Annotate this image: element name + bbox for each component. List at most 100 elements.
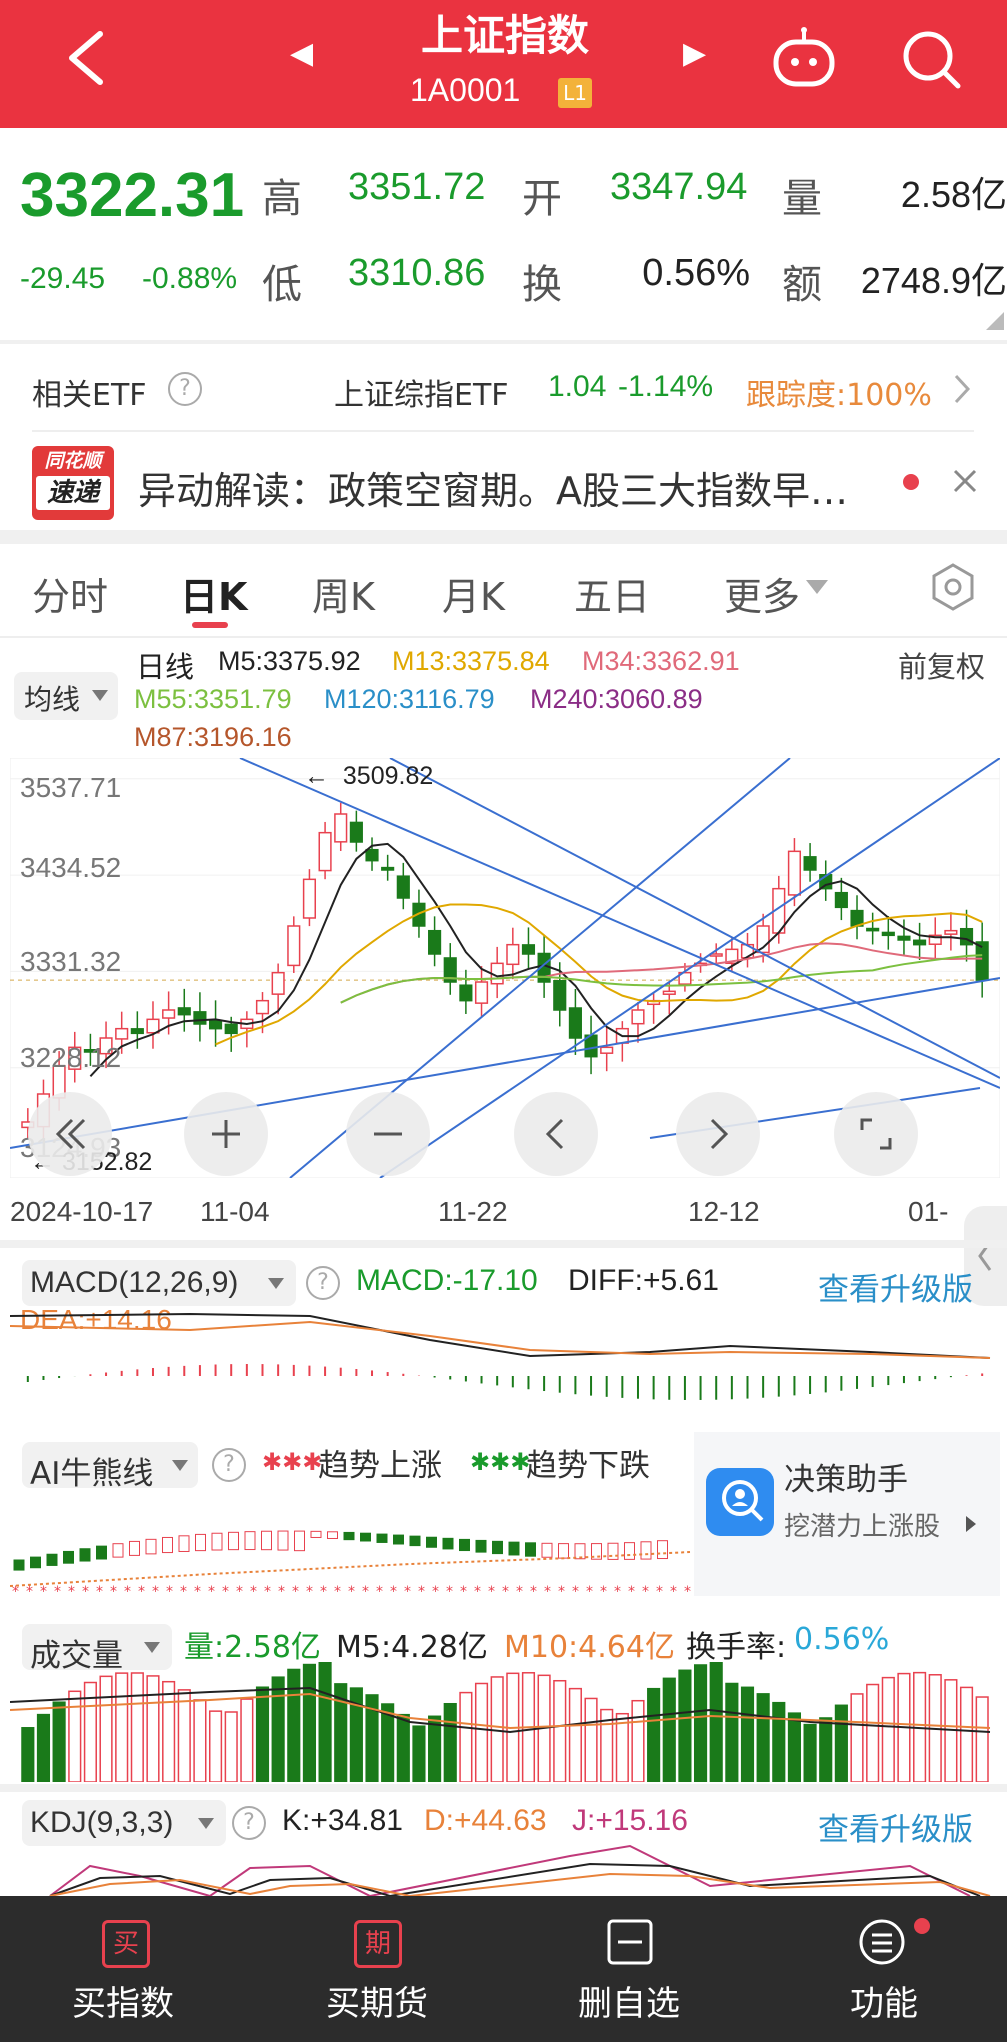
ai-candle xyxy=(277,1530,289,1551)
back-icon[interactable] xyxy=(64,28,108,88)
up-star: * xyxy=(558,1584,565,1598)
up-star: * xyxy=(460,1584,467,1598)
turnover-value: 0.56% xyxy=(642,252,750,294)
ai-candle xyxy=(657,1540,668,1560)
volume-bar xyxy=(177,1689,191,1782)
scroll-left-button[interactable] xyxy=(514,1092,598,1176)
volume-bar xyxy=(740,1686,755,1782)
search-icon[interactable] xyxy=(900,26,962,92)
help-icon[interactable]: ? xyxy=(306,1266,340,1300)
tab-weekly-k[interactable]: 周K xyxy=(312,566,375,621)
candle-body xyxy=(162,1009,176,1019)
prev-stock-arrow[interactable]: ◀ xyxy=(290,36,313,71)
volume-bar xyxy=(756,1693,770,1782)
up-star: * xyxy=(376,1584,383,1598)
up-star: * xyxy=(390,1584,397,1598)
tab-five-day[interactable]: 五日 xyxy=(574,566,650,621)
assistant-icon xyxy=(706,1468,774,1536)
divider xyxy=(0,530,1007,544)
robot-assistant-icon[interactable] xyxy=(770,26,838,92)
candle-body xyxy=(568,1007,582,1039)
up-star: * xyxy=(166,1584,173,1598)
chevron-right-icon[interactable] xyxy=(952,372,972,406)
tab-monthly-k[interactable]: 月K xyxy=(442,566,505,621)
up-star: * xyxy=(306,1584,313,1598)
up-star: * xyxy=(222,1584,229,1598)
high-value: 3351.72 xyxy=(348,166,486,208)
volume-label: 量 xyxy=(782,176,822,222)
volume-bar xyxy=(568,1687,582,1782)
tab-more[interactable]: 更多 xyxy=(724,566,800,621)
up-star: * xyxy=(152,1584,159,1598)
buy-index-icon: 买 xyxy=(102,1920,150,1968)
up-star: * xyxy=(446,1584,453,1598)
price-change-pct: -0.88% xyxy=(142,262,238,295)
chevron-right-icon xyxy=(966,1516,976,1532)
dea-line xyxy=(10,1320,991,1359)
remove-favorite-button[interactable]: 删自选 xyxy=(578,1976,680,2025)
help-icon[interactable]: ? xyxy=(168,372,202,406)
kdj-k-line xyxy=(49,1862,981,1896)
stock-code: 1A0001 xyxy=(410,72,521,108)
ai-candle xyxy=(162,1536,173,1554)
price-change: -29.45 xyxy=(20,262,106,295)
tab-daily-k[interactable]: 日K xyxy=(180,566,247,621)
dropdown-icon[interactable] xyxy=(806,578,828,596)
ma-m240: M240:3060.89 xyxy=(530,684,703,714)
decision-assistant-card[interactable]: 决策助手 挖潜力上涨股 xyxy=(694,1432,1000,1596)
fullscreen-button[interactable] xyxy=(834,1092,918,1176)
volume-bar xyxy=(459,1691,473,1782)
rewind-button[interactable] xyxy=(28,1092,112,1176)
help-icon[interactable]: ? xyxy=(232,1806,266,1840)
candle-body xyxy=(631,1009,645,1025)
up-star: * xyxy=(516,1584,523,1598)
volume-bar xyxy=(224,1711,238,1782)
buy-index-button[interactable]: 买指数 xyxy=(72,1976,174,2025)
ai-candle xyxy=(508,1541,520,1556)
ma-line xyxy=(340,954,983,1004)
close-icon[interactable] xyxy=(952,468,978,494)
ma-m55: M55:3351.79 xyxy=(134,684,292,714)
help-icon[interactable]: ? xyxy=(212,1448,246,1482)
ai-candle xyxy=(112,1543,124,1558)
zoom-out-button[interactable] xyxy=(346,1092,430,1176)
volume-bar xyxy=(975,1696,989,1782)
ma-m13: M13:3375.84 xyxy=(392,646,550,676)
ma-m87: M87:3196.16 xyxy=(134,722,292,752)
up-star: * xyxy=(82,1584,89,1598)
functions-button[interactable]: 功能 xyxy=(850,1976,918,2025)
tab-intraday[interactable]: 分时 xyxy=(32,566,108,621)
ma-selector[interactable]: 均线 xyxy=(14,672,118,720)
candle-body xyxy=(365,848,379,862)
up-star: * xyxy=(642,1584,649,1598)
zoom-in-button[interactable] xyxy=(184,1092,268,1176)
candle-body xyxy=(662,990,676,995)
volume-m10: M10:4.64亿 xyxy=(504,1630,675,1665)
volume-bar xyxy=(162,1680,176,1782)
news-headline[interactable]: 异动解读：政策空窗期。A股三大指数早… xyxy=(138,460,848,515)
candle-body xyxy=(866,927,880,932)
up-marker: ✱✱✱ xyxy=(262,1448,323,1476)
up-star: * xyxy=(586,1584,593,1598)
scroll-right-button[interactable] xyxy=(676,1092,760,1176)
candle-body xyxy=(913,939,927,946)
etf-name[interactable]: 上证综指ETF xyxy=(334,370,509,414)
volume-bar xyxy=(866,1683,880,1782)
candle-body xyxy=(193,1011,207,1025)
current-price: 3322.31 xyxy=(20,161,245,230)
up-star: * xyxy=(600,1584,607,1598)
settings-icon[interactable] xyxy=(930,562,976,612)
volume-bar xyxy=(693,1664,708,1782)
candle-body xyxy=(271,971,285,995)
corner-expand-icon[interactable] xyxy=(986,312,1004,330)
next-stock-arrow[interactable]: ▶ xyxy=(683,36,706,71)
ai-candle xyxy=(492,1540,503,1555)
buy-futures-button[interactable]: 买期货 xyxy=(326,1976,428,2025)
diff-value: DIFF:+5.61 xyxy=(568,1264,719,1297)
ai-candle xyxy=(244,1531,256,1551)
ai-candle xyxy=(640,1541,652,1560)
ma-m34: M34:3362.91 xyxy=(582,646,740,676)
adjust-mode[interactable]: 前复权 xyxy=(898,644,985,686)
candle-body xyxy=(146,1018,160,1034)
volume-bar xyxy=(146,1675,160,1782)
